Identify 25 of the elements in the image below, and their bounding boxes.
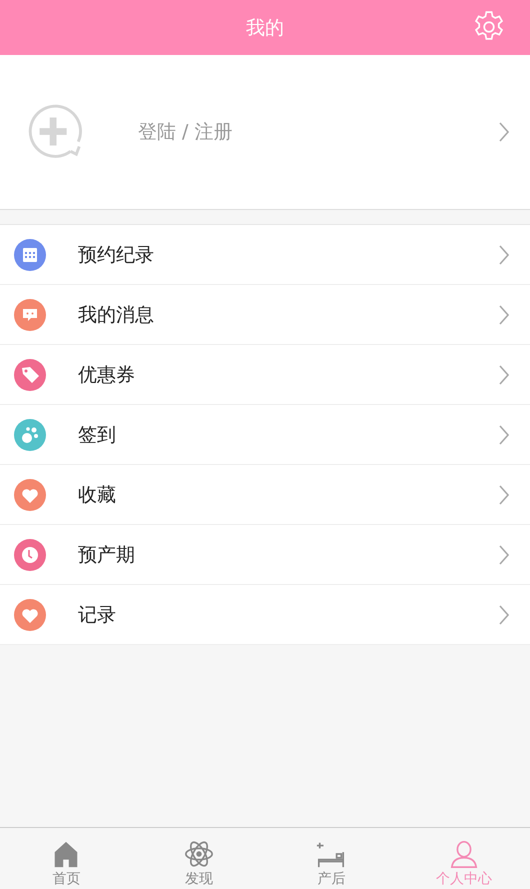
menu-item[interactable]: 预约纪录 xyxy=(0,225,530,285)
page-title: 我的 xyxy=(246,16,284,40)
menu-item[interactable]: 记录 xyxy=(0,585,530,645)
chevron-right-icon xyxy=(498,424,510,446)
chevron-right-icon xyxy=(498,364,510,386)
menu-label: 预产期 xyxy=(78,542,136,568)
menu-item[interactable]: 优惠券 xyxy=(0,345,530,405)
chevron-right-icon xyxy=(498,121,510,143)
menu-item[interactable]: 我的消息 xyxy=(0,285,530,345)
chevron-right-icon xyxy=(498,244,510,266)
chevron-right-icon xyxy=(498,484,510,506)
menu-label: 收藏 xyxy=(78,482,117,508)
chevron-right-icon xyxy=(498,604,510,626)
menu-label: 我的消息 xyxy=(78,302,155,328)
atom-icon xyxy=(184,839,214,869)
chevron-right-icon xyxy=(498,304,510,326)
menu-label: 签到 xyxy=(78,422,117,448)
chevron-right-icon xyxy=(498,544,510,566)
menu-item[interactable]: 预产期 xyxy=(0,525,530,585)
menu-label: 预约纪录 xyxy=(78,242,155,268)
menu-item[interactable]: 收藏 xyxy=(0,465,530,525)
menu-label: 优惠券 xyxy=(78,362,136,388)
menu-label: 记录 xyxy=(78,602,117,628)
person-icon xyxy=(448,839,479,869)
menu-item[interactable]: 签到 xyxy=(0,405,530,465)
